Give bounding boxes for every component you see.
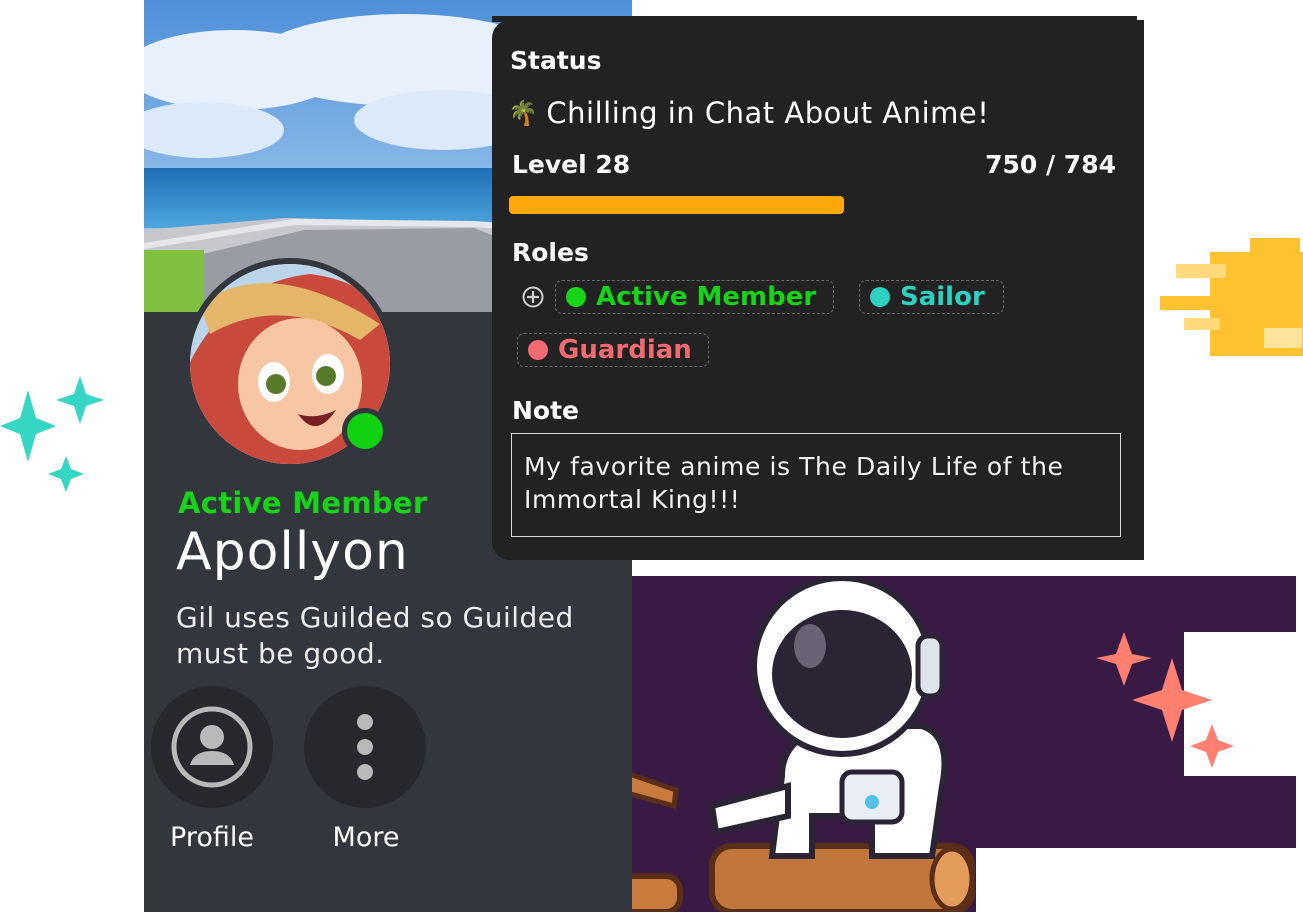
decorative-purple-panel (632, 576, 1296, 912)
role-color-dot (870, 287, 890, 307)
white-corner-decoration (976, 848, 1296, 912)
astronaut-illustration (708, 576, 975, 912)
bio-text: Gil uses Guilded so Guilded must be good… (176, 601, 574, 670)
add-role-icon[interactable] (522, 286, 544, 308)
status-text: Chilling in Chat About Anime! (546, 96, 990, 130)
profile-label: Profile (170, 822, 254, 853)
yellow-pixel-decoration (1160, 238, 1303, 356)
role-chip-guardian[interactable]: Guardian (517, 333, 709, 367)
user-icon (171, 706, 253, 788)
role-label: Active Member (596, 282, 817, 312)
note-heading: Note (512, 396, 580, 425)
avatar[interactable] (184, 258, 396, 470)
more-label: More (332, 822, 400, 853)
status-heading: Status (510, 46, 602, 75)
role-color-dot (566, 287, 586, 307)
palm-tree-icon: 🌴 (508, 99, 539, 127)
roles-heading: Roles (512, 238, 589, 267)
profile-button[interactable] (151, 686, 273, 808)
more-vertical-icon (357, 714, 373, 780)
role-color-dot (528, 340, 548, 360)
online-status-indicator (342, 408, 388, 454)
level-label: Level 28 (512, 150, 631, 179)
role-label: Active Member (178, 486, 428, 520)
status-line: 🌴 Chilling in Chat About Anime! (508, 96, 989, 130)
role-label: Sailor (900, 282, 985, 312)
role-chip-active-member[interactable]: Active Member (555, 280, 834, 314)
xp-text: 750 / 784 (985, 150, 1116, 179)
role-label: Guardian (558, 335, 692, 365)
more-button[interactable] (304, 686, 426, 808)
sparkles-pink-decoration (1096, 632, 1234, 768)
username: Apollyon (176, 522, 409, 582)
note-textarea[interactable]: My favorite anime is The Daily Life of t… (511, 433, 1121, 537)
member-popup: Status 🌴 Chilling in Chat About Anime! L… (492, 20, 1144, 560)
sparkles-teal-decoration (0, 376, 104, 492)
role-chip-sailor[interactable]: Sailor (859, 280, 1004, 314)
level-progress-bar (509, 196, 844, 214)
